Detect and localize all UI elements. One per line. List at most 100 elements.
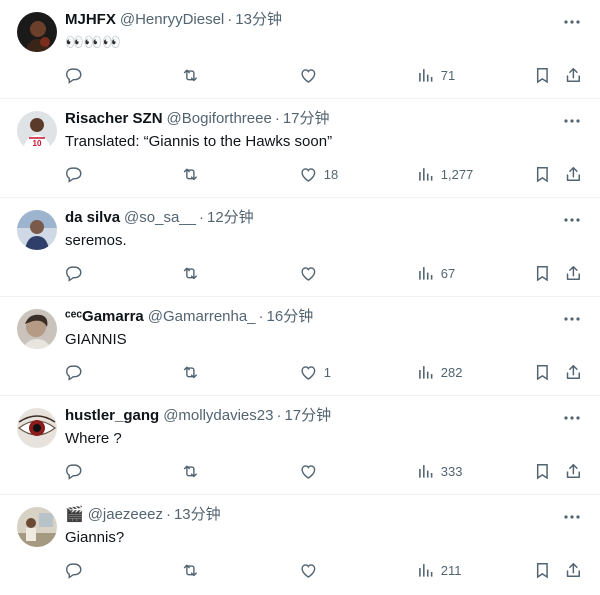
heart-icon [301,365,316,380]
repost-button[interactable] [181,262,200,284]
display-name[interactable]: da silva [65,208,120,228]
reply-item[interactable]: 🎬 @jaezeeez · 13分钟 Giannis? 211 [0,495,600,595]
replies-feed: MJHFX @HenryyDiesel · 13分钟 👀👀👀 71 10 Ris… [0,0,600,595]
repost-button[interactable] [181,559,200,581]
action-bar: 71 [0,64,600,86]
views-button[interactable]: 333 [416,460,462,482]
repost-button[interactable] [181,460,200,482]
timestamp[interactable]: 16分钟 [267,307,314,327]
repost-button[interactable] [181,163,200,185]
view-count: 282 [440,364,463,380]
views-button[interactable]: 1,277 [416,163,473,185]
heart-icon [301,68,316,83]
like-button[interactable] [299,559,324,581]
avatar[interactable] [17,507,57,547]
avatar[interactable] [17,12,57,52]
bookmark-icon [536,364,548,381]
share-button[interactable] [564,361,583,383]
separator: · [165,506,171,523]
display-name[interactable]: ᶜᵉᶜGamarra [65,307,144,327]
share-button[interactable] [564,262,583,284]
user-handle[interactable]: @mollydavies23 [163,406,273,426]
heart-icon [301,266,316,281]
bookmark-button[interactable] [533,262,552,284]
repost-button[interactable] [181,64,200,86]
reply-item[interactable]: MJHFX @HenryyDiesel · 13分钟 👀👀👀 71 [0,0,600,99]
separator: · [227,11,233,28]
like-button[interactable] [299,262,324,284]
more-options-icon[interactable] [562,507,582,527]
bookmark-icon [536,562,548,579]
action-bar: 67 [0,262,600,284]
views-button[interactable]: 71 [416,64,455,86]
action-bar: 18 1,277 [0,163,600,185]
reply-item[interactable]: hustler_gang @mollydavies23 · 17分钟 Where… [0,396,600,495]
reply-button[interactable] [64,559,83,581]
bookmark-button[interactable] [533,361,552,383]
view-count: 211 [440,562,462,578]
user-handle[interactable]: @HenryyDiesel [120,10,224,30]
bookmark-button[interactable] [533,559,552,581]
like-button[interactable]: 1 [299,361,331,383]
bookmark-icon [536,67,548,84]
bookmark-icon [536,166,548,183]
timestamp[interactable]: 13分钟 [174,505,221,525]
reply-button[interactable] [64,361,83,383]
reply-button[interactable] [64,262,83,284]
views-icon [419,563,433,577]
reply-item[interactable]: ᶜᵉᶜGamarra @Gamarrenha_ · 16分钟 GIANNIS 1… [0,297,600,396]
reply-button[interactable] [64,163,83,185]
display-name[interactable]: MJHFX [65,10,116,30]
more-options-icon[interactable] [562,408,582,428]
repost-icon [183,69,197,81]
reply-icon [66,167,82,183]
reply-item[interactable]: 10 Risacher SZN @Bogiforthreee · 17分钟 Tr… [0,99,600,198]
timestamp[interactable]: 17分钟 [284,406,331,426]
user-handle[interactable]: @Gamarrenha_ [148,307,256,327]
user-handle[interactable]: @jaezeeez [88,505,163,525]
action-bar: 211 [0,559,600,581]
like-button[interactable] [299,460,324,482]
like-button[interactable] [299,64,324,86]
repost-button[interactable] [181,361,200,383]
user-handle[interactable]: @Bogiforthreee [167,109,272,129]
timestamp[interactable]: 12分钟 [207,208,254,228]
bookmark-button[interactable] [533,64,552,86]
more-options-icon[interactable] [562,309,582,329]
bookmark-button[interactable] [533,163,552,185]
avatar[interactable] [17,210,57,250]
repost-icon [183,564,197,576]
action-bar: 333 [0,460,600,482]
reply-icon [66,464,82,480]
avatar[interactable]: 10 [17,111,57,151]
bookmark-button[interactable] [533,460,552,482]
display-name[interactable]: hustler_gang [65,406,159,426]
share-button[interactable] [564,163,583,185]
share-button[interactable] [564,460,583,482]
reply-button[interactable] [64,64,83,86]
more-options-icon[interactable] [562,210,582,230]
like-button[interactable]: 18 [299,163,338,185]
timestamp[interactable]: 13分钟 [235,10,282,30]
timestamp[interactable]: 17分钟 [283,109,330,129]
views-button[interactable]: 282 [416,361,462,383]
reply-button[interactable] [64,460,83,482]
more-options-icon[interactable] [562,111,582,131]
share-icon [566,67,580,82]
share-button[interactable] [564,559,583,581]
user-handle[interactable]: @so_sa__ [124,208,196,228]
reply-header: hustler_gang @mollydavies23 · 17分钟 [65,406,545,426]
avatar[interactable] [17,408,57,448]
display-name[interactable]: 🎬 [65,505,84,525]
view-count: 67 [440,265,456,281]
more-options-icon[interactable] [562,12,582,32]
reply-text: Translated: “Giannis to the Hawks soon” [65,133,333,150]
views-icon [419,68,433,82]
views-button[interactable]: 67 [416,262,455,284]
display-name[interactable]: Risacher SZN [65,109,163,129]
separator: · [199,209,204,226]
views-button[interactable]: 211 [416,559,461,581]
avatar[interactable] [17,309,57,349]
reply-item[interactable]: da silva @so_sa__ · 12分钟 seremos. 67 [0,198,600,297]
share-button[interactable] [564,64,583,86]
